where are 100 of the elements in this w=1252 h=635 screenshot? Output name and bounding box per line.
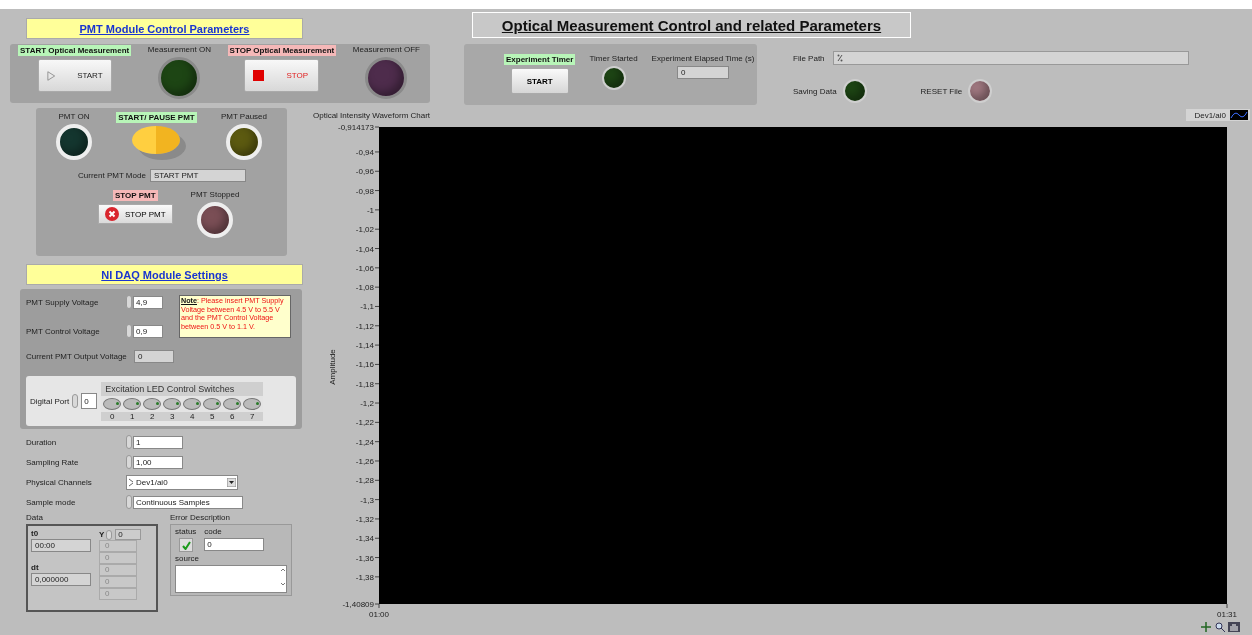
- spinner-icon[interactable]: [126, 495, 132, 509]
- start-button[interactable]: START: [37, 59, 112, 92]
- y-tick-label: -1,1: [360, 302, 380, 312]
- y-tick-label: -1: [366, 205, 380, 215]
- led-switch[interactable]: [143, 397, 162, 410]
- field-label: File Path: [793, 53, 825, 63]
- y-tick-label: -1,14: [355, 341, 375, 351]
- y-tick-label: -1,40809: [342, 600, 380, 609]
- control-label: STOP Optical Measurement: [227, 45, 337, 56]
- y-tick-label: -1,34: [355, 534, 380, 544]
- y-axis-label: Amplitude: [328, 349, 337, 385]
- y-tick-label: -1,24: [355, 437, 380, 447]
- indicator-label: Experiment Elapsed Time (s): [651, 54, 755, 63]
- channel-selector[interactable]: Dev1/ai0: [126, 474, 238, 490]
- y-tick-label: -1,2: [360, 399, 380, 409]
- y-tick-label: -1,28: [355, 476, 380, 486]
- y-tick-label: -1,36: [355, 553, 375, 563]
- led-switch[interactable]: [183, 397, 202, 410]
- control-label: STOP PMT: [113, 190, 158, 201]
- y-tick-label: -1,32: [355, 514, 375, 524]
- led-switch[interactable]: [163, 397, 182, 410]
- y-tick-label: -1,06: [355, 263, 375, 273]
- y-tick-label: -1,06: [355, 263, 380, 273]
- zoom-icon[interactable]: [1214, 622, 1226, 632]
- y-tick-label: -1,26: [355, 456, 375, 466]
- spinner-icon[interactable]: [126, 435, 132, 449]
- y-tick-label: -1,32: [355, 514, 380, 524]
- indicator-label: Timer Started: [589, 54, 638, 63]
- y-tick-label: -1,24: [355, 437, 375, 447]
- led-switch[interactable]: [243, 397, 262, 410]
- channel-icon: [128, 477, 134, 487]
- numeric-field[interactable]: 0: [81, 393, 98, 409]
- y-tick-label: -1,36: [355, 553, 380, 563]
- waveform-icon: [1230, 110, 1248, 120]
- spinner-icon[interactable]: [106, 529, 113, 540]
- numeric-field[interactable]: 1,00: [133, 455, 183, 469]
- led-switch[interactable]: [103, 397, 122, 410]
- close-icon: [105, 207, 119, 221]
- y-tick-label: -1,38: [355, 572, 380, 582]
- field-label: source: [175, 554, 200, 563]
- field-label: code: [204, 527, 223, 536]
- y-tick-label: -1,26: [355, 457, 380, 466]
- start-button[interactable]: START: [510, 68, 569, 94]
- y-tick-label: -1: [366, 205, 375, 215]
- led-switch[interactable]: [203, 397, 222, 410]
- y-tick-label: -1,08: [355, 283, 380, 293]
- y-tick-label: -0,94: [355, 147, 375, 157]
- spinner-icon[interactable]: [72, 394, 79, 408]
- ring-field[interactable]: Continuous Samples: [133, 495, 243, 509]
- cluster-label: Error Description: [170, 513, 231, 522]
- numeric-field[interactable]: 1: [133, 435, 183, 449]
- time-indicator: 00:00: [31, 539, 91, 552]
- field-label: Y: [99, 530, 105, 539]
- led-switch[interactable]: [123, 397, 142, 410]
- y-tick-label: -1,1: [360, 302, 375, 312]
- field-label: Current PMT Output Voltage: [26, 352, 128, 361]
- indicator-label: Measurement ON: [147, 45, 211, 54]
- control-label: START/ PAUSE PMT: [116, 112, 197, 123]
- path-icon: [836, 54, 843, 62]
- numeric-field[interactable]: 0,9: [133, 324, 163, 338]
- section-title: NI DAQ Module Settings: [26, 264, 303, 285]
- field-label: Current PMT Mode: [78, 171, 146, 180]
- dropdown-icon[interactable]: [227, 477, 236, 487]
- y-tick-label: -0,96: [355, 167, 380, 177]
- spinner-icon[interactable]: [126, 455, 132, 469]
- field-label: PMT Control Voltage: [26, 326, 101, 336]
- cluster-label: Data: [26, 513, 44, 522]
- cursor-icon[interactable]: [1200, 622, 1212, 632]
- y-tick-label: -1,14: [355, 341, 380, 351]
- field-label: Duration: [26, 437, 58, 447]
- indicator-label: PMT ON: [58, 112, 90, 121]
- spinner-icon[interactable]: [126, 324, 132, 338]
- field-label: dt: [31, 563, 40, 572]
- index-label: 7: [248, 411, 256, 421]
- x-tick-label: 01:00: [368, 610, 390, 619]
- y-tick-label: -1,34: [355, 534, 375, 544]
- numeric-field[interactable]: 4,9: [133, 295, 163, 309]
- scrollbar-icon[interactable]: [280, 566, 286, 588]
- path-field[interactable]: [832, 51, 1189, 65]
- stop-pmt-button[interactable]: STOP PMT: [98, 204, 173, 224]
- spinner-icon[interactable]: [126, 295, 132, 309]
- plot-legend[interactable]: Dev1/ai0: [1186, 109, 1250, 121]
- page-title: Optical Measurement Control and related Parameters: [472, 12, 911, 38]
- led-switch[interactable]: [223, 397, 242, 410]
- stop-icon: [253, 70, 265, 81]
- y-tick-label: -1,02: [355, 225, 375, 235]
- reset-button[interactable]: [968, 79, 993, 103]
- mode-indicator: START PMT: [149, 169, 246, 182]
- field-label: status: [175, 527, 197, 536]
- field-label: Sampling Rate: [26, 457, 80, 467]
- index-label: 6: [228, 411, 236, 421]
- index-label: 0: [108, 411, 116, 421]
- y-tick-label: -1,18: [355, 379, 380, 389]
- output-indicator: 0: [134, 350, 174, 363]
- index-field[interactable]: 0: [115, 529, 142, 540]
- interval-indicator: 0,000000: [31, 573, 91, 586]
- indicator-label: PMT Stopped: [190, 190, 240, 199]
- stop-button[interactable]: STOP: [244, 59, 320, 92]
- index-label: 4: [188, 411, 196, 421]
- y-tick-label: -0,94: [355, 147, 380, 157]
